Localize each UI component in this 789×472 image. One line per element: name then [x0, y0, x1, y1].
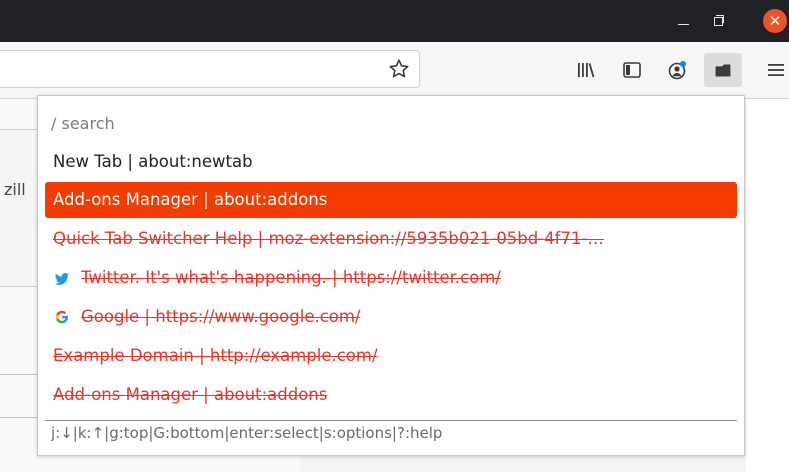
tab-list-item[interactable]: Quick Tab Switcher Help | moz-extension:…: [45, 221, 737, 257]
star-icon[interactable]: [387, 57, 411, 81]
page-card-fragment: zill: [0, 129, 38, 287]
help-divider: [45, 420, 737, 421]
search-input[interactable]: / search: [51, 114, 115, 133]
tab-title: Quick Tab Switcher Help | moz-extension:…: [53, 229, 604, 248]
tab-list-item[interactable]: Google | https://www.google.com/: [45, 299, 737, 335]
account-icon[interactable]: [665, 58, 689, 82]
maximize-button[interactable]: [705, 8, 731, 34]
tab-list-item[interactable]: Add-ons Manager | about:addons: [45, 377, 737, 413]
tab-title: Add-ons Manager | about:addons: [53, 385, 328, 404]
twitter-icon: [54, 273, 70, 285]
google-icon: [55, 310, 68, 324]
page-text-fragment: zill: [4, 180, 26, 199]
hamburger-menu-icon[interactable]: [764, 58, 788, 82]
page-right-area: [746, 99, 789, 472]
title-bar: ✕: [0, 0, 789, 42]
close-icon: ✕: [768, 12, 782, 30]
tab-list-item[interactable]: Twitter. It's what's happening. | https:…: [45, 260, 737, 296]
tab-title: Twitter. It's what's happening. | https:…: [81, 268, 501, 287]
restore-icon: [714, 17, 723, 26]
library-icon[interactable]: [574, 58, 598, 82]
tab-list-item-selected[interactable]: Add-ons Manager | about:addons: [45, 182, 737, 218]
keyboard-help-text: j:↓|k:↑|g:top|G:bottom|enter:select|s:op…: [51, 424, 443, 442]
navigation-toolbar: [0, 42, 789, 99]
tab-title: Add-ons Manager | about:addons: [53, 190, 328, 209]
tab-switcher-popup: / search New Tab | about:newtab Add-ons …: [37, 95, 745, 456]
folder-icon: [715, 64, 731, 77]
minimize-button[interactable]: [670, 8, 696, 34]
tab-title: New Tab | about:newtab: [53, 152, 253, 171]
tab-list-item[interactable]: New Tab | about:newtab: [45, 144, 737, 180]
tab-title: Example Domain | http://example.com/: [53, 346, 378, 365]
tab-switcher-extension-button[interactable]: [704, 53, 742, 87]
tab-title: Google | https://www.google.com/: [81, 307, 361, 326]
tab-list-item[interactable]: Example Domain | http://example.com/: [45, 338, 737, 374]
sidebar-icon[interactable]: [620, 58, 644, 82]
url-bar[interactable]: [0, 50, 420, 88]
page-divider: [0, 374, 38, 375]
page-divider: [0, 417, 38, 418]
minimize-icon: [677, 23, 689, 25]
close-button[interactable]: ✕: [763, 9, 787, 33]
